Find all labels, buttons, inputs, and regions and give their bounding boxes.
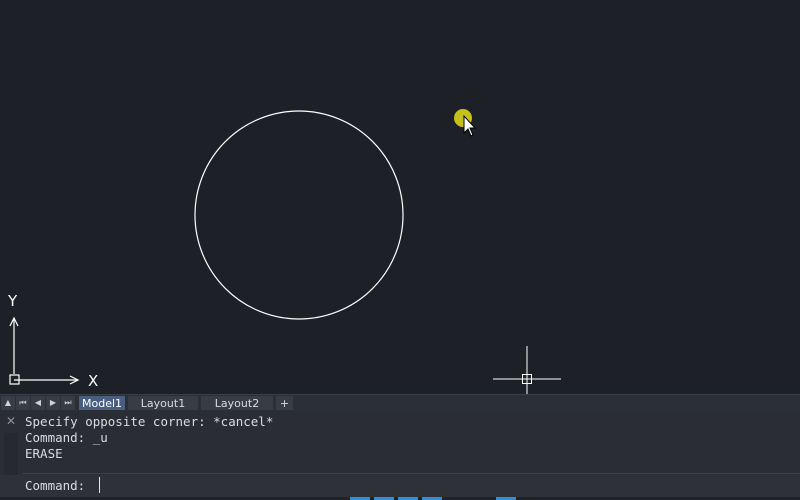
command-input[interactable]: Command: <box>0 475 800 497</box>
add-layout-button[interactable]: + <box>276 396 293 410</box>
next-tab-icon[interactable]: ▶ <box>46 396 60 410</box>
drawing-canvas[interactable]: X Y <box>0 0 800 394</box>
layout-tab-bar: ▲ ⏮ ◀ ▶ ⏭ Model1 Layout1 Layout2 + <box>0 394 800 411</box>
panel-grip[interactable] <box>4 433 18 475</box>
history-line: Command: _u <box>25 430 108 445</box>
history-line: Specify opposite corner: *cancel* <box>25 414 274 429</box>
history-line: ERASE <box>25 446 63 461</box>
close-icon[interactable]: ✕ <box>4 414 18 428</box>
drawing-surface[interactable]: X Y <box>0 0 800 394</box>
ucs-x-label: X <box>88 372 98 390</box>
circle-entity[interactable] <box>194 110 404 320</box>
last-tab-icon[interactable]: ⏭ <box>61 396 75 410</box>
crosshair-cursor <box>493 346 561 394</box>
mouse-pointer-icon <box>454 109 477 137</box>
first-tab-icon[interactable]: ⏮ <box>16 396 30 410</box>
prev-tab-icon[interactable]: ◀ <box>31 396 45 410</box>
tab-model[interactable]: Model1 <box>79 396 125 410</box>
command-line-panel: ✕ Specify opposite corner: *cancel* Comm… <box>0 411 800 500</box>
eject-icon[interactable]: ▲ <box>1 396 15 410</box>
ucs-y-label: Y <box>7 292 18 310</box>
tab-layout1[interactable]: Layout1 <box>128 396 198 410</box>
command-history: Specify opposite corner: *cancel* Comman… <box>25 414 273 462</box>
tab-layout2[interactable]: Layout2 <box>201 396 273 410</box>
divider <box>22 473 800 474</box>
text-caret <box>99 477 100 493</box>
command-prompt: Command: <box>25 478 86 493</box>
ucs-icon <box>9 316 80 385</box>
